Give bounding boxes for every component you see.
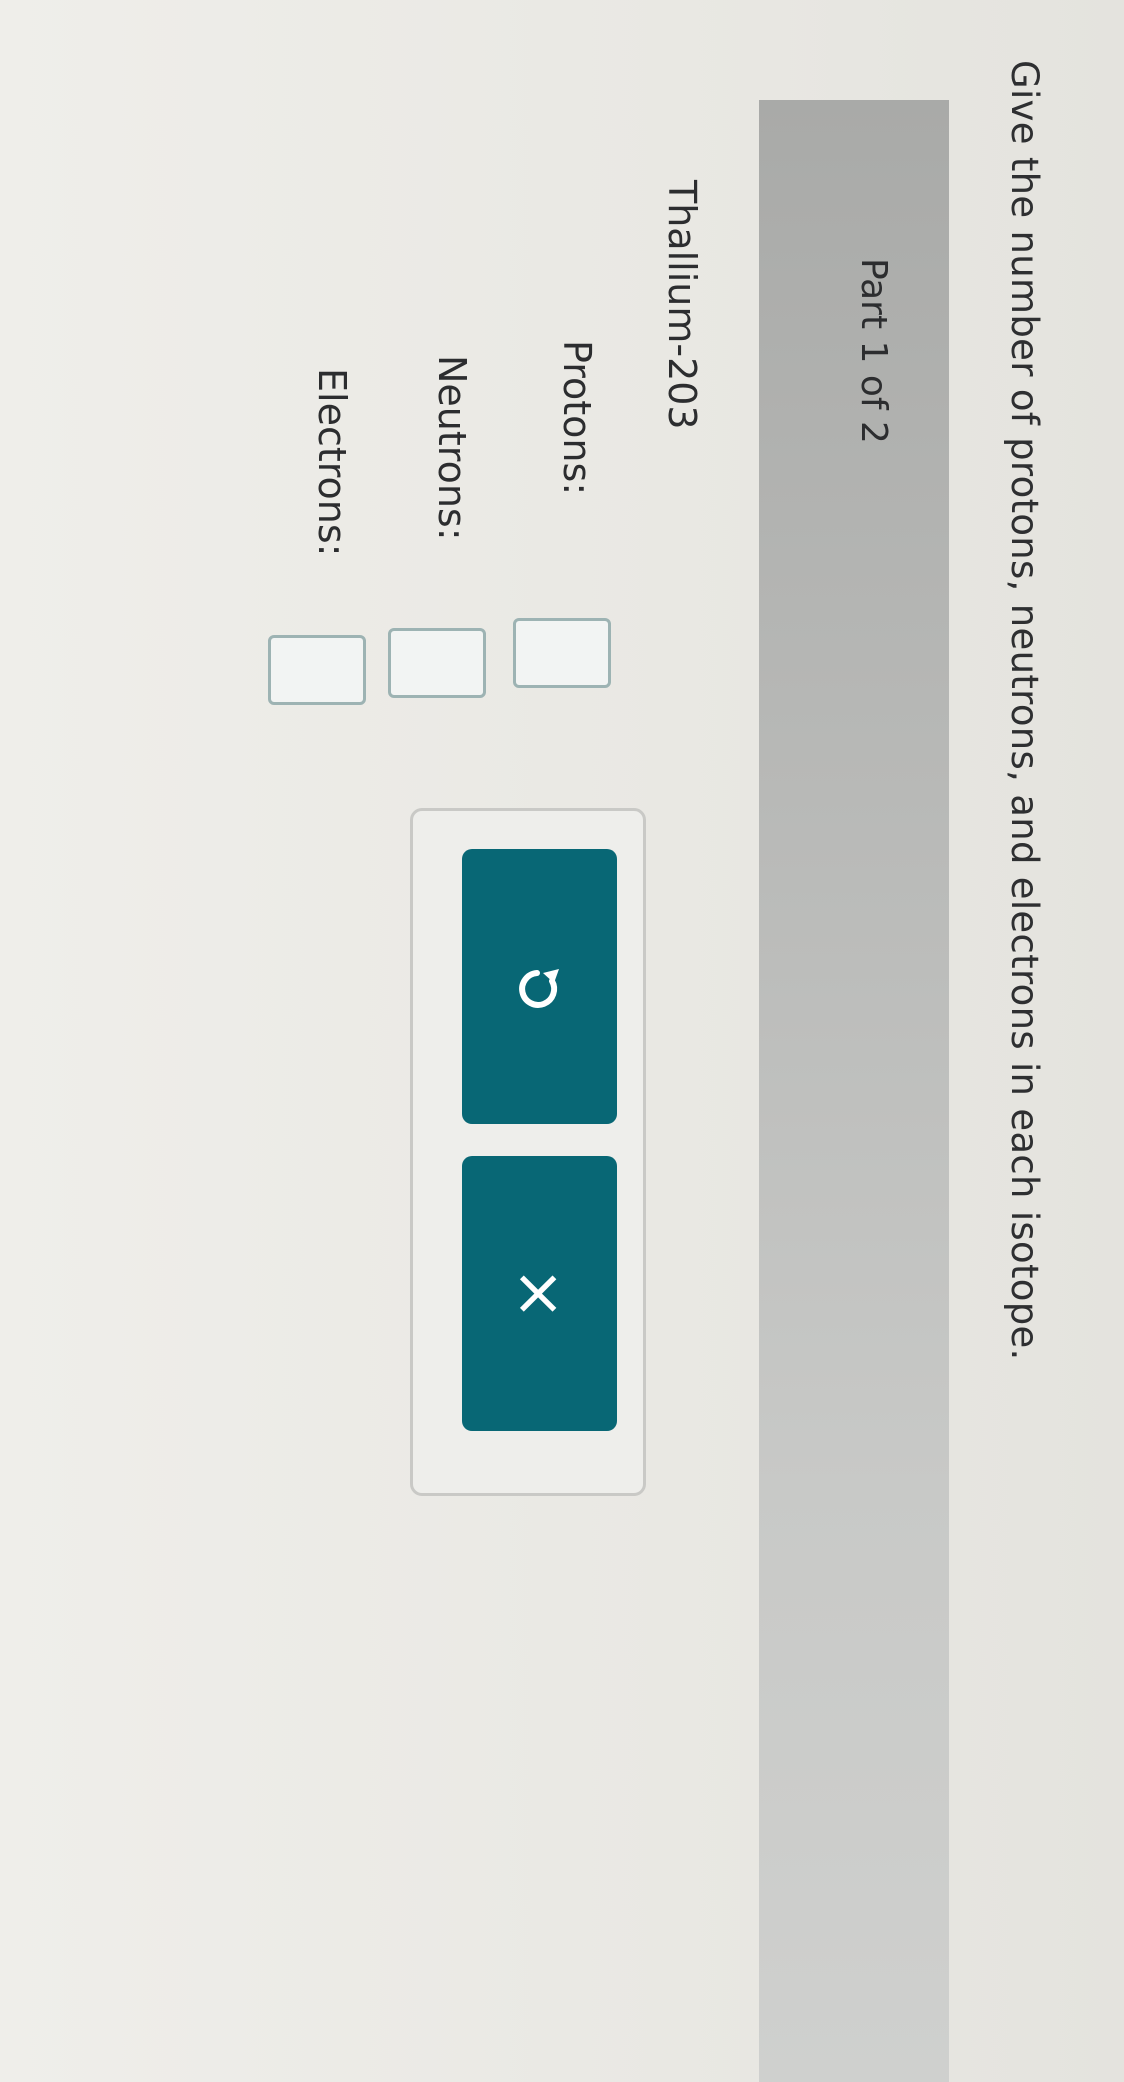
close-icon: × (502, 1266, 577, 1321)
undo-button[interactable] (462, 849, 617, 1124)
electrons-input[interactable] (268, 635, 366, 705)
isotope-name: Thallium-203 (660, 180, 704, 430)
electrons-row: Electrons: (310, 368, 354, 556)
neutrons-input[interactable] (388, 628, 486, 698)
protons-row: Protons: (555, 340, 599, 495)
undo-icon (512, 959, 568, 1015)
question-instruction: Give the number of protons, neutrons, an… (1003, 60, 1046, 1361)
protons-input[interactable] (513, 618, 611, 688)
clear-button[interactable]: × (462, 1156, 617, 1431)
electrons-label: Electrons: (310, 368, 354, 557)
neutrons-label: Neutrons: (430, 355, 474, 541)
part-label: Part 1 of 2 (853, 258, 894, 444)
answer-toolbar: × (410, 808, 646, 1496)
neutrons-row: Neutrons: (430, 355, 474, 541)
protons-label: Protons: (555, 340, 599, 496)
question-panel: Give the number of protons, neutrons, an… (0, 0, 1124, 2082)
